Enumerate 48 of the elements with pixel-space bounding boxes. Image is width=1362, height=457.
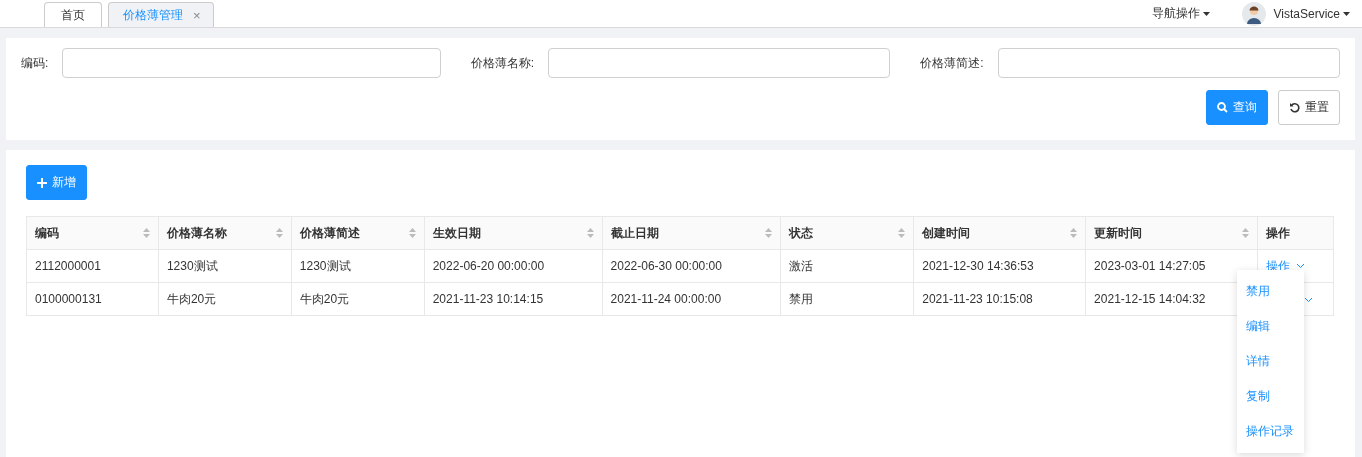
sort-icon[interactable] xyxy=(586,228,594,238)
field-label: 编码: xyxy=(21,54,49,72)
column-header: 操作 xyxy=(1257,216,1334,250)
user-menu[interactable]: VistaService xyxy=(1273,6,1350,21)
input-field[interactable] xyxy=(997,48,1340,78)
nav-menu[interactable]: 导航操作 xyxy=(1151,5,1210,22)
column-header[interactable]: 状态 xyxy=(780,216,914,250)
tab[interactable]: 首页 xyxy=(44,2,102,27)
undo-icon xyxy=(1289,102,1300,113)
input-field[interactable] xyxy=(62,48,441,78)
column-header[interactable]: 截止日期 xyxy=(602,216,781,250)
table-cell: 1230测试 xyxy=(291,249,425,283)
reset-button[interactable]: 重置 xyxy=(1278,90,1340,125)
plus-icon xyxy=(37,177,47,188)
table-cell: 2021-11-23 10:14:15 xyxy=(424,282,603,316)
column-header[interactable]: 更新时间 xyxy=(1085,216,1258,250)
avatar-icon[interactable] xyxy=(1241,1,1266,26)
column-header[interactable]: 生效日期 xyxy=(424,216,603,250)
field-label: 价格薄简述: xyxy=(920,54,984,72)
table-cell: 牛肉20元 xyxy=(158,282,292,316)
table-cell: 2021-11-23 10:15:08 xyxy=(913,282,1086,316)
field-label: 价格薄名称: xyxy=(470,54,534,72)
column-header[interactable]: 价格薄名称 xyxy=(158,216,292,250)
sort-icon[interactable] xyxy=(408,228,416,238)
table-cell: 激活 xyxy=(780,249,914,283)
table-cell: 2021-11-24 00:00:00 xyxy=(602,282,781,316)
table-cell: 0100000131 xyxy=(26,282,159,316)
sort-icon[interactable] xyxy=(1070,228,1078,238)
caret-icon xyxy=(1202,11,1210,16)
chevron-down-icon xyxy=(1295,263,1305,269)
table-cell: 2022-06-20 00:00:00 xyxy=(424,249,603,283)
table-cell: 禁用 xyxy=(780,282,914,316)
column-header[interactable]: 编码 xyxy=(26,216,159,250)
search-icon xyxy=(1217,102,1228,113)
table-cell: 牛肉20元 xyxy=(291,282,425,316)
table-cell: 1230测试 xyxy=(158,249,292,283)
sort-icon[interactable] xyxy=(142,228,150,238)
sort-icon[interactable] xyxy=(765,228,773,238)
table-cell: 2022-06-30 00:00:00 xyxy=(602,249,781,283)
sort-icon[interactable] xyxy=(1241,228,1249,238)
column-header[interactable]: 价格薄简述 xyxy=(291,216,425,250)
sort-icon[interactable] xyxy=(898,228,906,238)
table-cell: 2112000001 xyxy=(26,249,159,283)
caret-icon xyxy=(1343,11,1350,16)
column-header[interactable]: 创建时间 xyxy=(913,216,1086,250)
sort-icon[interactable] xyxy=(275,228,283,238)
input-field[interactable] xyxy=(548,48,891,78)
table-cell: 2021-12-30 14:36:53 xyxy=(913,249,1086,283)
